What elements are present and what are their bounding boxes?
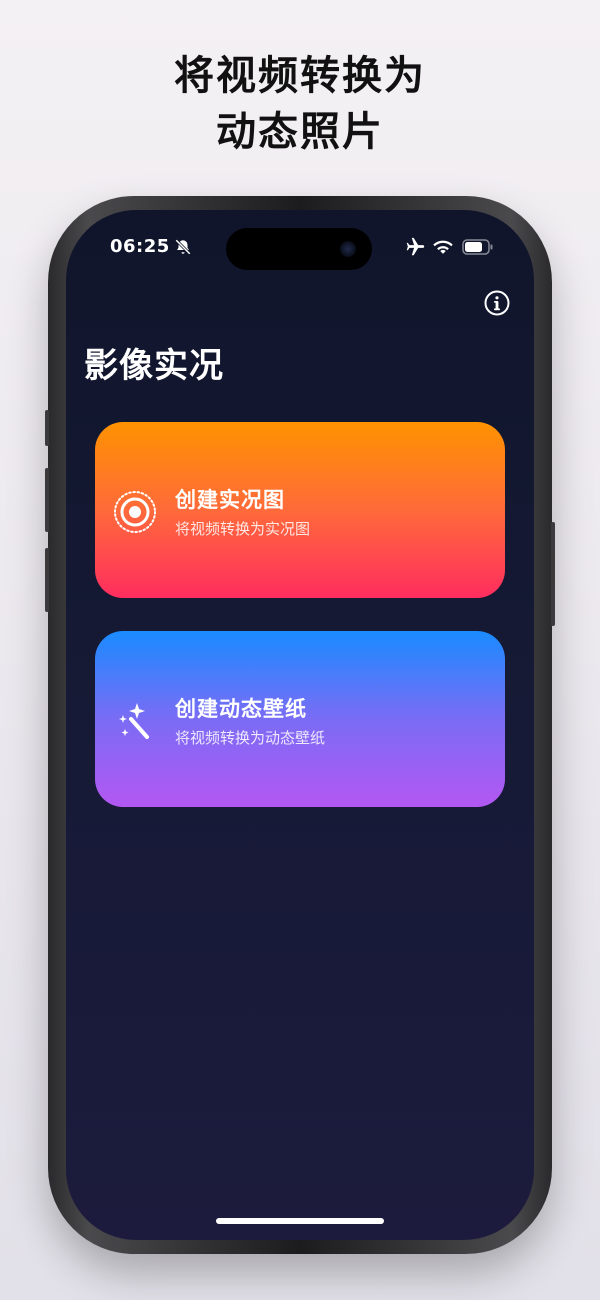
card-subtitle: 将视频转换为动态壁纸	[175, 729, 326, 747]
bell-slash-icon	[175, 239, 191, 255]
phone-frame: 06:25 影像实况 创建实况图 将视频转换为实况图 创建动态壁纸 将视频转换为…	[45, 196, 555, 1254]
camera-icon	[340, 241, 356, 257]
live-photo-icon	[114, 491, 156, 533]
airplane-icon	[406, 237, 425, 256]
battery-icon	[462, 239, 493, 255]
card-title: 创建动态壁纸	[175, 697, 307, 721]
wifi-icon	[433, 240, 453, 254]
phone-screen: 06:25 影像实况 创建实况图 将视频转换为实况图 创建动态壁纸 将视频转换为…	[66, 210, 534, 1240]
magic-wand-icon	[119, 703, 149, 739]
status-time: 06:25	[110, 236, 170, 257]
create-live-photo-card[interactable]: 创建实况图 将视频转换为实况图	[95, 422, 505, 598]
volume-up-button	[45, 468, 49, 532]
card-subtitle: 将视频转换为实况图	[175, 520, 311, 538]
promo-headline-line2: 动态照片	[216, 109, 384, 155]
volume-down-button	[45, 548, 49, 612]
info-circle-icon[interactable]	[484, 290, 510, 316]
promo-headline-line1: 将视频转换为	[174, 53, 426, 99]
create-live-wallpaper-card[interactable]: 创建动态壁纸 将视频转换为动态壁纸	[95, 631, 505, 807]
action-button	[45, 410, 49, 446]
home-indicator[interactable]	[216, 1218, 384, 1224]
card-title: 创建实况图	[175, 488, 285, 512]
promo-headline: 将视频转换为 动态照片	[0, 48, 600, 160]
power-button	[551, 522, 555, 626]
dynamic-island	[226, 228, 372, 270]
app-title: 影像实况	[84, 346, 224, 386]
